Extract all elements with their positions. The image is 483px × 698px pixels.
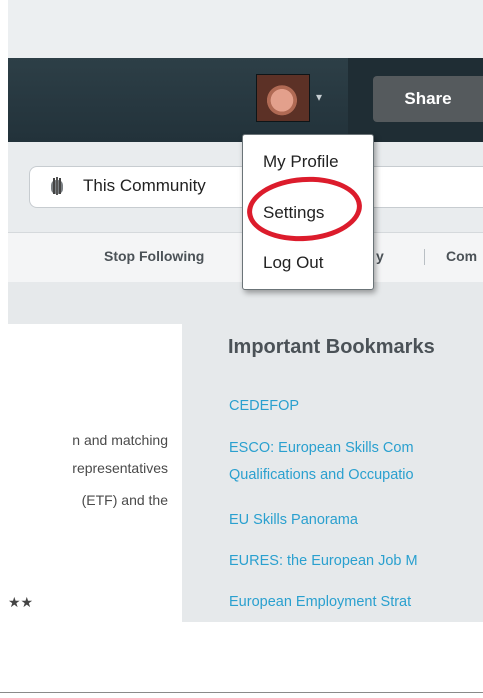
bookmark-link[interactable]: European Employment Strat bbox=[229, 594, 411, 610]
nav-link-partial[interactable]: y bbox=[376, 248, 384, 264]
top-strip bbox=[8, 0, 483, 58]
bottom-divider bbox=[0, 692, 483, 693]
rating-stars: ★★ bbox=[8, 594, 34, 610]
body-text-line: representatives bbox=[72, 460, 168, 476]
bookmark-link[interactable]: EURES: the European Job M bbox=[229, 553, 418, 569]
community-icon bbox=[48, 176, 66, 196]
main-content-card: n and matching representatives (ETF) and… bbox=[8, 324, 182, 622]
bookmark-link[interactable]: Qualifications and Occupatio bbox=[229, 467, 414, 483]
nav-link-community[interactable]: Com bbox=[446, 248, 477, 264]
bookmark-link[interactable]: EU Skills Panorama bbox=[229, 512, 358, 528]
nav-divider bbox=[424, 249, 425, 265]
menu-item-my-profile[interactable]: My Profile bbox=[263, 152, 339, 172]
bookmark-link[interactable]: ESCO: European Skills Com bbox=[229, 440, 414, 456]
body-text-line: n and matching bbox=[72, 432, 168, 448]
bookmark-link[interactable]: CEDEFOP bbox=[229, 398, 299, 414]
chevron-down-icon[interactable]: ▾ bbox=[316, 90, 322, 104]
stop-following-link[interactable]: Stop Following bbox=[104, 248, 204, 264]
body-text-line: (ETF) and the bbox=[81, 492, 168, 508]
bookmarks-heading: Important Bookmarks bbox=[228, 336, 435, 358]
menu-item-log-out[interactable]: Log Out bbox=[263, 253, 324, 273]
search-scope-label: This Community bbox=[83, 176, 206, 195]
avatar[interactable] bbox=[256, 74, 310, 122]
share-button[interactable]: Share bbox=[373, 76, 483, 122]
